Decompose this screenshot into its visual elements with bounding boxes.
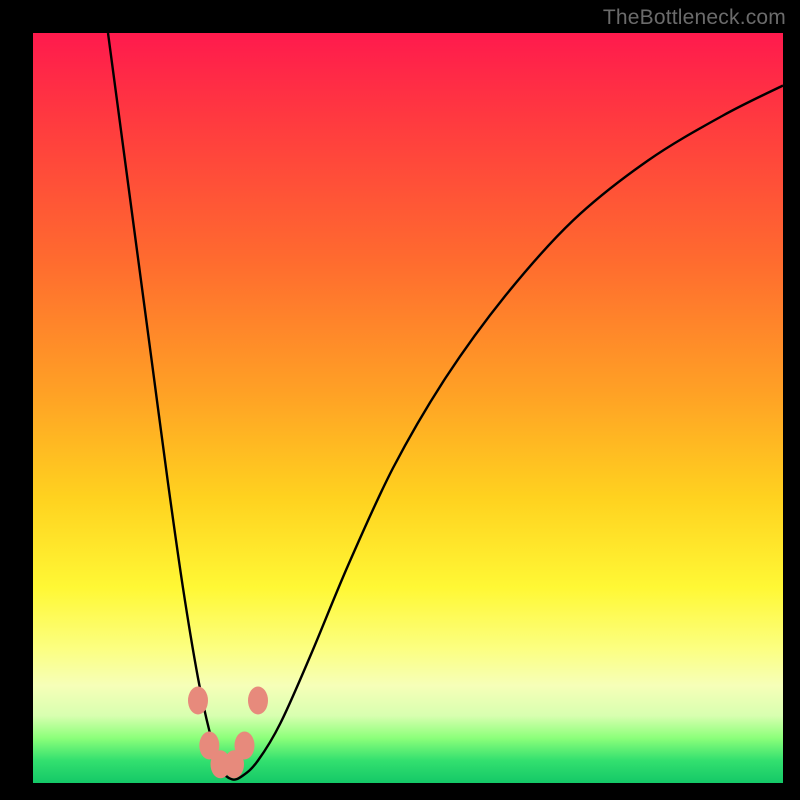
bottleneck-curve-svg xyxy=(33,33,783,783)
curve-marker xyxy=(188,687,208,715)
curve-marker xyxy=(248,687,268,715)
curve-marker xyxy=(235,732,255,760)
bottleneck-curve-path xyxy=(108,33,783,780)
chart-frame: TheBottleneck.com xyxy=(0,0,800,800)
watermark-text: TheBottleneck.com xyxy=(603,6,786,30)
plot-area xyxy=(33,33,783,783)
